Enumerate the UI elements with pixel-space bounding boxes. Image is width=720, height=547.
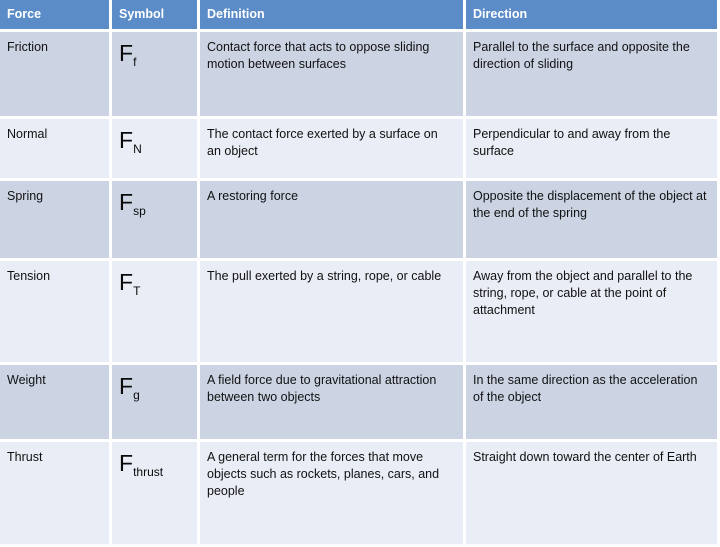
table-row: Friction Ff Contact force that acts to o… bbox=[0, 32, 717, 116]
table-header: Force Symbol Definition Direction bbox=[0, 0, 717, 29]
cell-direction: Straight down toward the center of Earth bbox=[466, 442, 717, 544]
column-header-direction: Direction bbox=[466, 0, 717, 29]
table-body: Friction Ff Contact force that acts to o… bbox=[0, 32, 717, 544]
table-row: Weight Fg A field force due to gravitati… bbox=[0, 365, 717, 439]
cell-direction: In the same direction as the acceleratio… bbox=[466, 365, 717, 439]
symbol-subscript: sp bbox=[133, 204, 146, 218]
symbol-subscript: thrust bbox=[133, 465, 164, 479]
cell-direction: Parallel to the surface and opposite the… bbox=[466, 32, 717, 116]
column-header-definition: Definition bbox=[200, 0, 463, 29]
cell-definition: The contact force exerted by a surface o… bbox=[200, 119, 463, 178]
cell-symbol: FN bbox=[112, 119, 197, 178]
force-symbol: Fthrust bbox=[119, 449, 163, 478]
cell-definition: Contact force that acts to oppose slidin… bbox=[200, 32, 463, 116]
force-symbol: FT bbox=[119, 268, 140, 297]
cell-direction: Opposite the displacement of the object … bbox=[466, 181, 717, 258]
symbol-base: F bbox=[119, 373, 134, 399]
symbol-subscript: N bbox=[133, 142, 142, 156]
cell-symbol: Ff bbox=[112, 32, 197, 116]
table-row: Spring Fsp A restoring force Opposite th… bbox=[0, 181, 717, 258]
cell-direction: Perpendicular to and away from the surfa… bbox=[466, 119, 717, 178]
cell-force: Spring bbox=[0, 181, 109, 258]
cell-definition: A field force due to gravitational attra… bbox=[200, 365, 463, 439]
table-row: Tension FT The pull exerted by a string,… bbox=[0, 261, 717, 362]
symbol-subscript: f bbox=[133, 55, 137, 69]
force-symbol: Fg bbox=[119, 372, 140, 401]
table-row: Thrust Fthrust A general term for the fo… bbox=[0, 442, 717, 544]
header-row: Force Symbol Definition Direction bbox=[0, 0, 717, 29]
force-symbol: Ff bbox=[119, 39, 136, 68]
cell-force: Friction bbox=[0, 32, 109, 116]
symbol-base: F bbox=[119, 450, 134, 476]
cell-definition: A general term for the forces that move … bbox=[200, 442, 463, 544]
symbol-base: F bbox=[119, 189, 134, 215]
symbol-base: F bbox=[119, 40, 134, 66]
cell-definition: The pull exerted by a string, rope, or c… bbox=[200, 261, 463, 362]
forces-table: Force Symbol Definition Direction Fricti… bbox=[0, 0, 720, 547]
table-row: Normal FN The contact force exerted by a… bbox=[0, 119, 717, 178]
cell-force: Normal bbox=[0, 119, 109, 178]
cell-symbol: Fthrust bbox=[112, 442, 197, 544]
symbol-base: F bbox=[119, 269, 134, 295]
cell-force: Tension bbox=[0, 261, 109, 362]
cell-symbol: Fsp bbox=[112, 181, 197, 258]
force-symbol: Fsp bbox=[119, 188, 146, 217]
cell-direction: Away from the object and parallel to the… bbox=[466, 261, 717, 362]
force-symbol: FN bbox=[119, 126, 142, 155]
cell-force: Thrust bbox=[0, 442, 109, 544]
symbol-subscript: g bbox=[133, 388, 140, 402]
cell-force: Weight bbox=[0, 365, 109, 439]
column-header-force: Force bbox=[0, 0, 109, 29]
cell-symbol: Fg bbox=[112, 365, 197, 439]
symbol-subscript: T bbox=[133, 284, 141, 298]
cell-symbol: FT bbox=[112, 261, 197, 362]
cell-definition: A restoring force bbox=[200, 181, 463, 258]
column-header-symbol: Symbol bbox=[112, 0, 197, 29]
symbol-base: F bbox=[119, 127, 134, 153]
